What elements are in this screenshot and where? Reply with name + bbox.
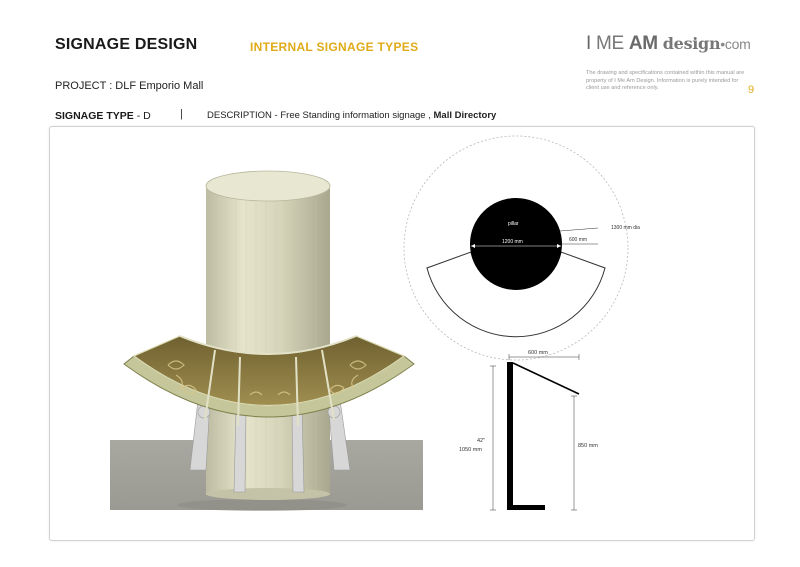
- height-inches-label: 42": [477, 438, 485, 444]
- top-width-label: 600 mm: [528, 350, 548, 356]
- ring-width-label: 600 mm: [569, 237, 587, 243]
- elevation-view: 600 mm 42" 1050 mm 850 mm: [459, 350, 598, 511]
- outer-diameter-leader: [559, 227, 599, 232]
- plan-view: pillar 1200 mm 600 mm 1300 mm dia: [403, 135, 640, 361]
- pillar-diameter-label: 1200 mm: [502, 239, 523, 245]
- outer-diameter-label: 1300 mm dia: [611, 225, 640, 231]
- signage-3d-render: [110, 170, 423, 511]
- sloped-top: [512, 362, 580, 395]
- pillar-label: pillar: [508, 221, 519, 227]
- front-height-label: 850 mm: [578, 443, 598, 449]
- pillar-base: [206, 488, 330, 500]
- elevation-profile: [507, 362, 545, 510]
- drawing-canvas: pillar 1200 mm 600 mm 1300 mm dia 600 mm…: [110, 135, 640, 511]
- height-mm-label: 1050 mm: [459, 447, 482, 453]
- floor-shadow: [177, 499, 347, 511]
- pillar-top: [205, 170, 331, 202]
- pillar-body: [206, 185, 330, 495]
